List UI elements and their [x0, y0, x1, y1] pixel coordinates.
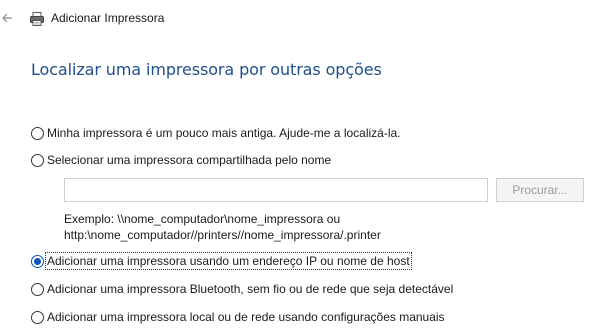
example-text: Exemplo: \\nome_computador\nome_impresso… — [64, 211, 381, 243]
radio-ip-or-hostname[interactable] — [31, 254, 44, 268]
option-label: Minha impressora é um pouco mais antiga.… — [47, 126, 401, 140]
title-bar: Adicionar Impressora — [0, 0, 589, 36]
example-line-1: Exemplo: \\nome_computador\nome_impresso… — [64, 212, 341, 226]
radio-bluetooth-wireless[interactable] — [31, 282, 44, 296]
window-title: Adicionar Impressora — [51, 11, 165, 25]
radio-local-manual[interactable] — [31, 310, 44, 324]
shared-printer-name-input[interactable] — [64, 178, 488, 202]
option-ip-or-hostname[interactable]: Adicionar uma impressora usando um ender… — [31, 252, 412, 270]
option-local-manual[interactable]: Adicionar uma impressora local ou de red… — [31, 308, 445, 326]
option-label: Adicionar uma impressora Bluetooth, sem … — [47, 282, 454, 296]
example-line-2: http:\nome_computador//printers//nome_im… — [64, 228, 381, 242]
option-shared-printer-by-name[interactable]: Selecionar uma impressora compartilhada … — [31, 151, 331, 169]
option-label: Adicionar uma impressora local ou de red… — [47, 310, 445, 324]
option-older-printer[interactable]: Minha impressora é um pouco mais antiga.… — [31, 124, 401, 142]
printer-icon — [30, 12, 44, 26]
radio-shared-printer[interactable] — [31, 153, 44, 167]
page-heading: Localizar uma impressora por outras opçõ… — [31, 60, 382, 79]
arrow-left-icon — [2, 13, 12, 23]
option-label: Adicionar uma impressora usando um ender… — [45, 252, 412, 270]
back-button[interactable] — [0, 8, 14, 28]
option-bluetooth-wireless[interactable]: Adicionar uma impressora Bluetooth, sem … — [31, 280, 453, 298]
radio-older-printer[interactable] — [31, 126, 44, 140]
browse-button[interactable]: Procurar... — [496, 178, 584, 202]
option-label: Selecionar uma impressora compartilhada … — [47, 153, 332, 167]
